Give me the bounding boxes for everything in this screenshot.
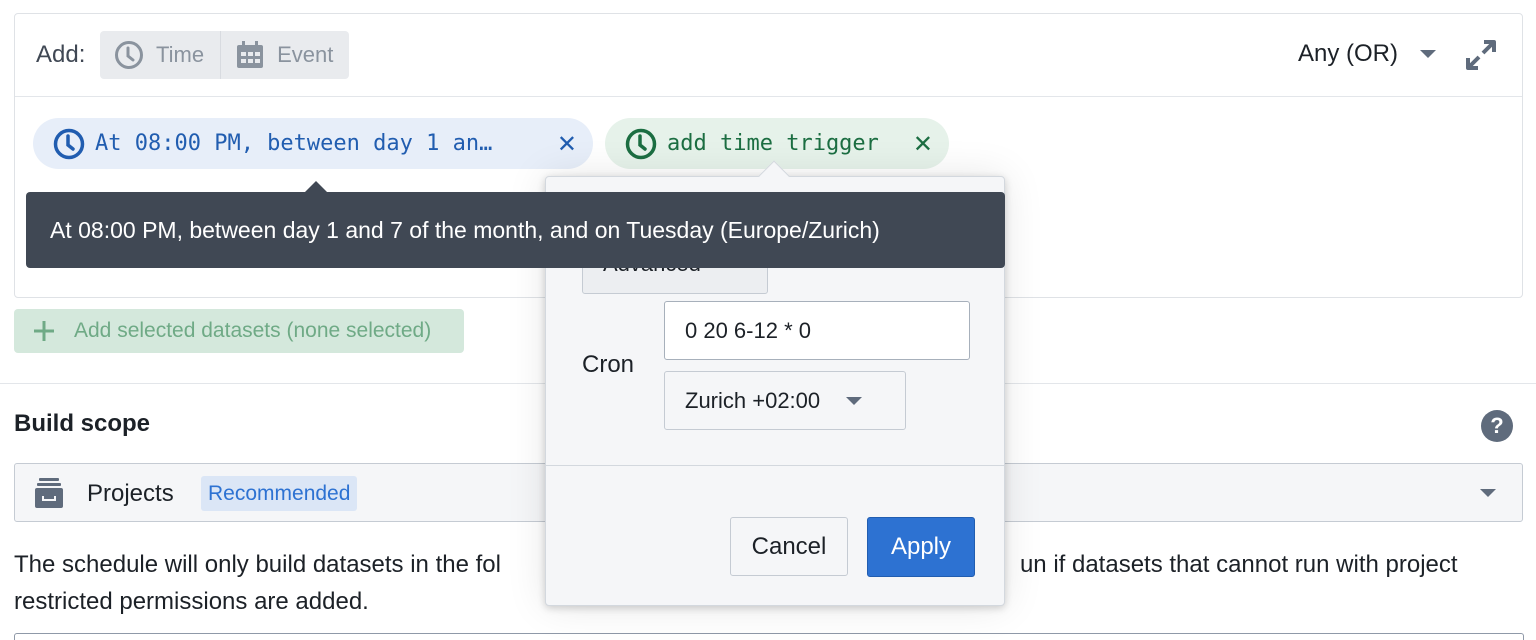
add-time-button[interactable]: Time [100,31,220,79]
add-event-label: Event [277,42,334,67]
cancel-button[interactable]: Cancel [730,517,848,576]
time-trigger-tag-label: At 08:00 PM, between day 1 an… [95,131,493,156]
description-line-1-end: un if datasets that cannot run with proj… [1019,551,1458,578]
cron-input[interactable] [664,301,970,360]
expand-icon[interactable] [1464,38,1498,72]
remove-tag-icon[interactable]: ✕ [913,130,933,158]
tooltip-arrow [304,181,328,193]
combinator-value: Any (OR) [1297,40,1398,67]
next-field-border [14,633,1524,640]
add-selected-datasets-label: Add selected datasets (none selected) [74,319,432,342]
combinator-select[interactable]: Any (OR) [1298,40,1436,68]
projects-icon [35,478,63,508]
cron-label: Cron [582,351,635,378]
help-icon[interactable]: ? [1481,410,1513,442]
build-scope-value: Projects [87,480,174,507]
timezone-select[interactable]: Zurich +02:00 [664,371,906,430]
calendar-icon [237,41,264,68]
description-line-2: restricted permissions are added. [14,588,369,615]
time-trigger-tag[interactable]: At 08:00 PM, between day 1 an… ✕ [33,118,593,169]
trigger-header: Add: Time Event Any (OR) [15,14,1522,97]
recommended-badge: Recommended [201,476,358,511]
add-time-trigger-tag-label: add time trigger [667,131,879,156]
add-trigger-button-group: Time Event [100,31,350,79]
build-scope-title: Build scope [14,410,151,437]
timezone-value: Zurich +02:00 [685,387,821,413]
caret-down-icon [846,396,863,405]
description-line-1: The schedule will only build datasets in… [14,551,501,578]
tooltip-text: At 08:00 PM, between day 1 and 7 of the … [50,216,880,243]
remove-tag-icon[interactable]: ✕ [557,130,577,158]
trigger-tooltip: At 08:00 PM, between day 1 and 7 of the … [26,181,1005,268]
clock-icon [53,128,85,159]
plus-icon [34,321,54,341]
clock-icon [625,128,657,159]
popover-divider [546,465,1004,466]
add-selected-datasets-button[interactable]: Add selected datasets (none selected) [14,309,464,353]
caret-down-icon [1420,50,1436,58]
apply-button[interactable]: Apply [867,517,975,577]
add-time-trigger-tag[interactable]: add time trigger ✕ [605,118,949,169]
add-label: Add: [36,41,86,68]
add-event-button[interactable]: Event [220,31,349,79]
caret-down-icon [1480,489,1496,497]
clock-icon [115,41,143,69]
add-time-label: Time [156,42,205,67]
